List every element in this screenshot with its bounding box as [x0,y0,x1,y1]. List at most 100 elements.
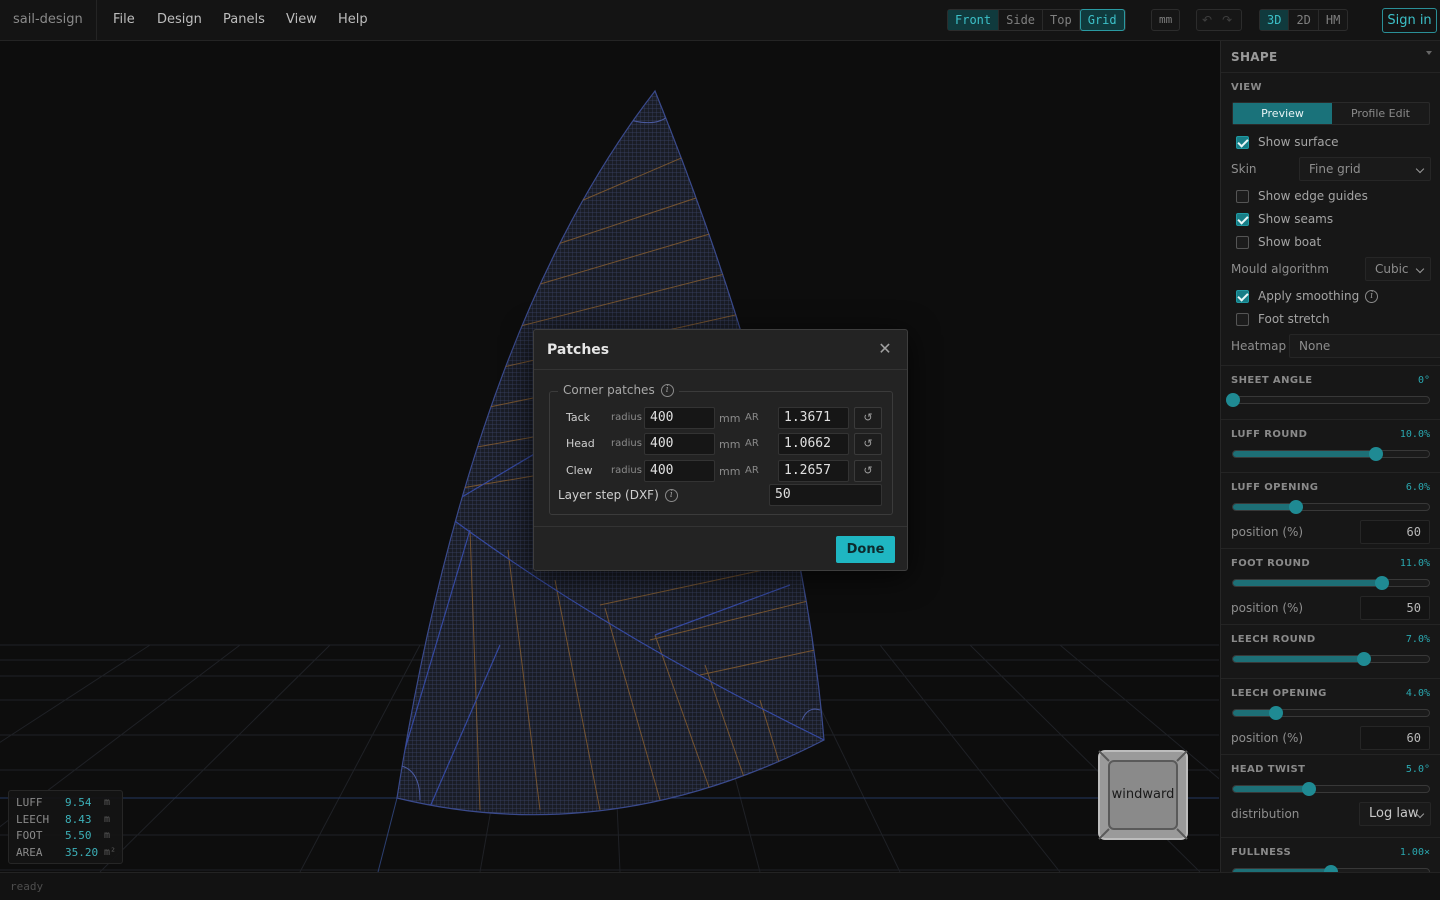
apply-smoothing-checkbox[interactable] [1236,290,1249,303]
mould-select[interactable]: Cubic [1365,257,1431,281]
luff-round-slider-handle[interactable] [1369,447,1383,461]
luff-opening-slider-handle[interactable] [1289,500,1303,514]
leech-round-slider-handle[interactable] [1357,652,1371,666]
show-surface-label: Show surface [1258,135,1339,149]
tab-preview[interactable]: Preview [1233,103,1332,124]
undo-icon[interactable]: ↶ [1197,10,1217,30]
layer-step-input[interactable]: 50 [769,484,882,506]
luff-opening-title: LUFF OPENING [1231,482,1319,493]
fullness-slider-handle[interactable] [1324,865,1338,872]
corner-clew-ar-input[interactable]: 1.2657 [778,460,849,482]
luff-round-value: 10.0% [1399,429,1430,440]
menu-help[interactable]: Help [338,0,368,40]
luff-opening-position-input[interactable]: 60 [1360,520,1430,544]
view-section-title: VIEW [1231,82,1262,93]
leech-opening-slider-handle[interactable] [1269,706,1283,720]
leech-opening-slider[interactable] [1232,706,1430,720]
leech-opening-title: LEECH OPENING [1231,688,1327,699]
heatmap-select-value: None [1299,339,1331,353]
tab-profile-edit[interactable]: Profile Edit [1332,103,1429,124]
menu-view[interactable]: View [286,0,317,40]
stat-area: AREA 35.20 m² [16,845,117,859]
reset-icon[interactable]: ↺ [854,407,882,429]
head-twist-value: 5.0° [1405,764,1430,775]
stat-leech: LEECH 8.43 m [16,812,111,826]
leech-opening-position-label: position (%) [1231,731,1304,745]
corner-head-radius-input[interactable]: 400 [644,433,715,455]
reset-icon[interactable]: ↺ [854,460,882,482]
mode-3d-button[interactable]: 3D [1260,10,1290,30]
reset-icon[interactable]: ↺ [854,433,882,455]
show-boat-checkbox[interactable] [1236,236,1249,249]
sign-in-button[interactable]: Sign in [1382,8,1437,33]
corner-tack-radius-input[interactable]: 400 [644,407,715,429]
info-icon[interactable]: i [664,489,678,502]
corner-tack-ar-input[interactable]: 1.3671 [778,407,849,429]
foot-round-position-input[interactable]: 50 [1360,596,1430,620]
view-side-button[interactable]: Side [999,10,1044,30]
status-bar: ready [0,872,1440,900]
info-icon[interactable]: i [1365,290,1379,303]
show-edge-guides-checkbox[interactable] [1236,190,1249,203]
leech-opening-value: 4.0% [1405,688,1430,699]
luff-round-slider[interactable] [1232,447,1430,461]
corner-head-ar-label: AR [745,438,759,449]
info-icon[interactable]: i [660,384,674,397]
chevron-down-icon [1415,264,1425,274]
units-button[interactable]: mm [1152,10,1179,30]
skin-select[interactable]: Fine grid [1299,157,1431,181]
grid-toggle-button[interactable]: Grid [1079,9,1125,31]
apply-smoothing-label: Apply smoothing i [1258,289,1379,303]
leech-round-slider[interactable] [1232,652,1430,666]
luff-opening-slider[interactable] [1232,500,1430,514]
show-boat-label: Show boat [1258,235,1322,249]
luff-opening-position-label: position (%) [1231,525,1304,539]
orientation-cube[interactable]: windward [1097,749,1189,841]
mode-2d-button[interactable]: 2D [1289,10,1319,30]
foot-round-slider-handle[interactable] [1375,576,1389,590]
show-surface-checkbox[interactable] [1236,136,1249,149]
menu-design[interactable]: Design [157,0,202,40]
fullness-value: 1.00× [1399,847,1430,858]
menu-file[interactable]: File [113,0,135,40]
done-button[interactable]: Done [836,536,895,563]
corner-clew-radius-input[interactable]: 400 [644,460,715,482]
shape-panel: SHAPE VIEW Preview Profile Edit Show sur… [1220,41,1440,872]
sheet-angle-title: SHEET ANGLE [1231,375,1313,386]
head-twist-distribution-select[interactable]: Log law [1359,802,1431,826]
close-icon[interactable]: ✕ [877,341,893,357]
menu-panels[interactable]: Panels [223,0,265,40]
luff-round-title: LUFF ROUND [1231,429,1308,440]
leech-round-title: LEECH ROUND [1231,634,1316,645]
head-twist-slider[interactable] [1232,782,1430,796]
view-top-button[interactable]: Top [1043,10,1080,30]
heatmap-select[interactable]: None [1289,334,1440,358]
units-control: mm [1151,9,1181,31]
status-text: ready [10,880,44,893]
leech-opening-position-input[interactable]: 60 [1360,726,1430,750]
head-twist-slider-handle[interactable] [1302,782,1316,796]
corner-patches-legend: Corner patches i [558,383,679,397]
sheet-angle-slider[interactable] [1226,393,1430,407]
top-bar: sail-design File Design Panels View Help… [0,0,1440,41]
head-twist-title: HEAD TWIST [1231,764,1306,775]
luff-opening-value: 6.0% [1405,482,1430,493]
show-seams-checkbox[interactable] [1236,213,1249,226]
layer-step-label: Layer step (DXF) i [558,488,678,502]
corner-head-unit: mm [719,438,741,451]
collapse-icon[interactable] [1426,51,1432,55]
sail-stats: LUFF 9.54 m LEECH 8.43 m FOOT 5.50 m AREA 35.20… [8,790,123,864]
corner-head-radius-label: radius [611,438,642,449]
show-seams-label: Show seams [1258,212,1334,226]
mode-hm-button[interactable]: HM [1319,10,1347,30]
corner-head-ar-input[interactable]: 1.0662 [778,433,849,455]
view-front-button[interactable]: Front [948,10,1000,30]
foot-stretch-checkbox[interactable] [1236,313,1249,326]
view-switcher: Front Side Top Grid [947,9,1126,31]
sheet-angle-slider-handle[interactable] [1226,393,1240,407]
redo-icon[interactable]: ↷ [1217,10,1237,30]
stat-foot: FOOT 5.50 m [16,829,111,842]
foot-round-slider[interactable] [1232,576,1430,590]
orientation-cube-label: windward [1111,787,1175,802]
stat-luff: LUFF 9.54 m [16,796,111,809]
